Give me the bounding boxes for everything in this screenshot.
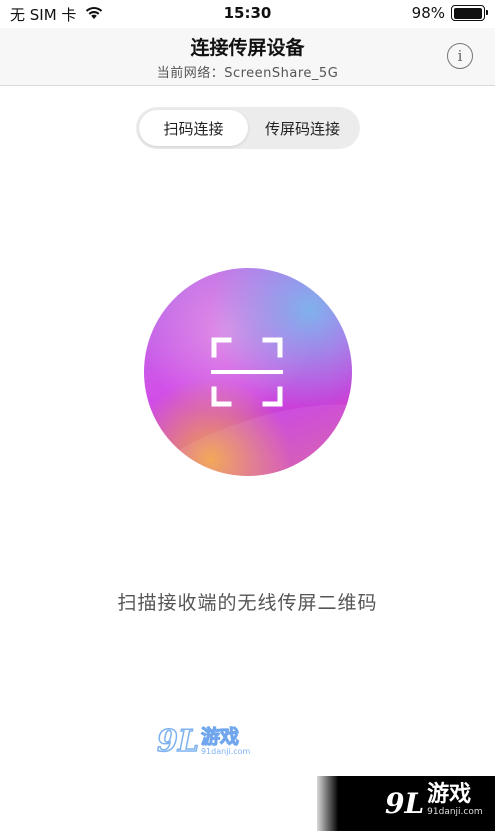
battery-icon xyxy=(451,5,488,21)
watermark-text-group: 游戏 91danji.com xyxy=(200,726,251,757)
corner-watermark-logo: 9L 游戏 91danji.com xyxy=(385,783,483,818)
watermark-logo: 9L 游戏 91danji.com xyxy=(156,724,251,759)
network-name: ScreenShare_5G xyxy=(224,66,339,81)
tab-code-connect[interactable]: 传屏码连接 xyxy=(248,110,357,146)
current-network: 当前网络：ScreenShare_5G xyxy=(0,62,495,81)
status-right: 98% xyxy=(411,4,488,22)
watermark-text: 游戏 xyxy=(200,726,239,748)
scan-button[interactable] xyxy=(144,268,352,476)
connection-mode-segment: 扫码连接 传屏码连接 xyxy=(136,107,360,149)
status-bar: 无 SIM 卡 15:30 98% xyxy=(0,0,495,28)
network-prefix: 当前网络： xyxy=(156,66,225,81)
info-button[interactable]: i xyxy=(447,43,473,69)
page-title: 连接传屏设备 xyxy=(190,37,305,59)
tab-scan-connect[interactable]: 扫码连接 xyxy=(139,110,248,146)
screen: 无 SIM 卡 15:30 98% 连接传屏设备 当前网络：ScreenShar… xyxy=(0,0,495,831)
battery-percent: 98% xyxy=(411,4,445,22)
corner-watermark-text: 游戏 xyxy=(427,782,472,807)
nav-header: 连接传屏设备 当前网络：ScreenShare_5G i xyxy=(0,28,495,86)
watermark-number: 9L xyxy=(156,724,199,759)
corner-watermark-number: 9L xyxy=(385,787,425,820)
scan-instruction: 扫描接收端的无线传屏二维码 xyxy=(117,592,378,614)
info-icon: i xyxy=(457,47,463,65)
battery-fill xyxy=(453,7,482,19)
watermark-domain: 91danji.com xyxy=(200,747,251,756)
corner-watermark: 9L 游戏 91danji.com xyxy=(317,776,495,831)
corner-watermark-domain: 91danji.com xyxy=(427,807,483,817)
qr-scan-icon xyxy=(211,337,283,407)
corner-watermark-text-group: 游戏 91danji.com xyxy=(427,783,482,818)
